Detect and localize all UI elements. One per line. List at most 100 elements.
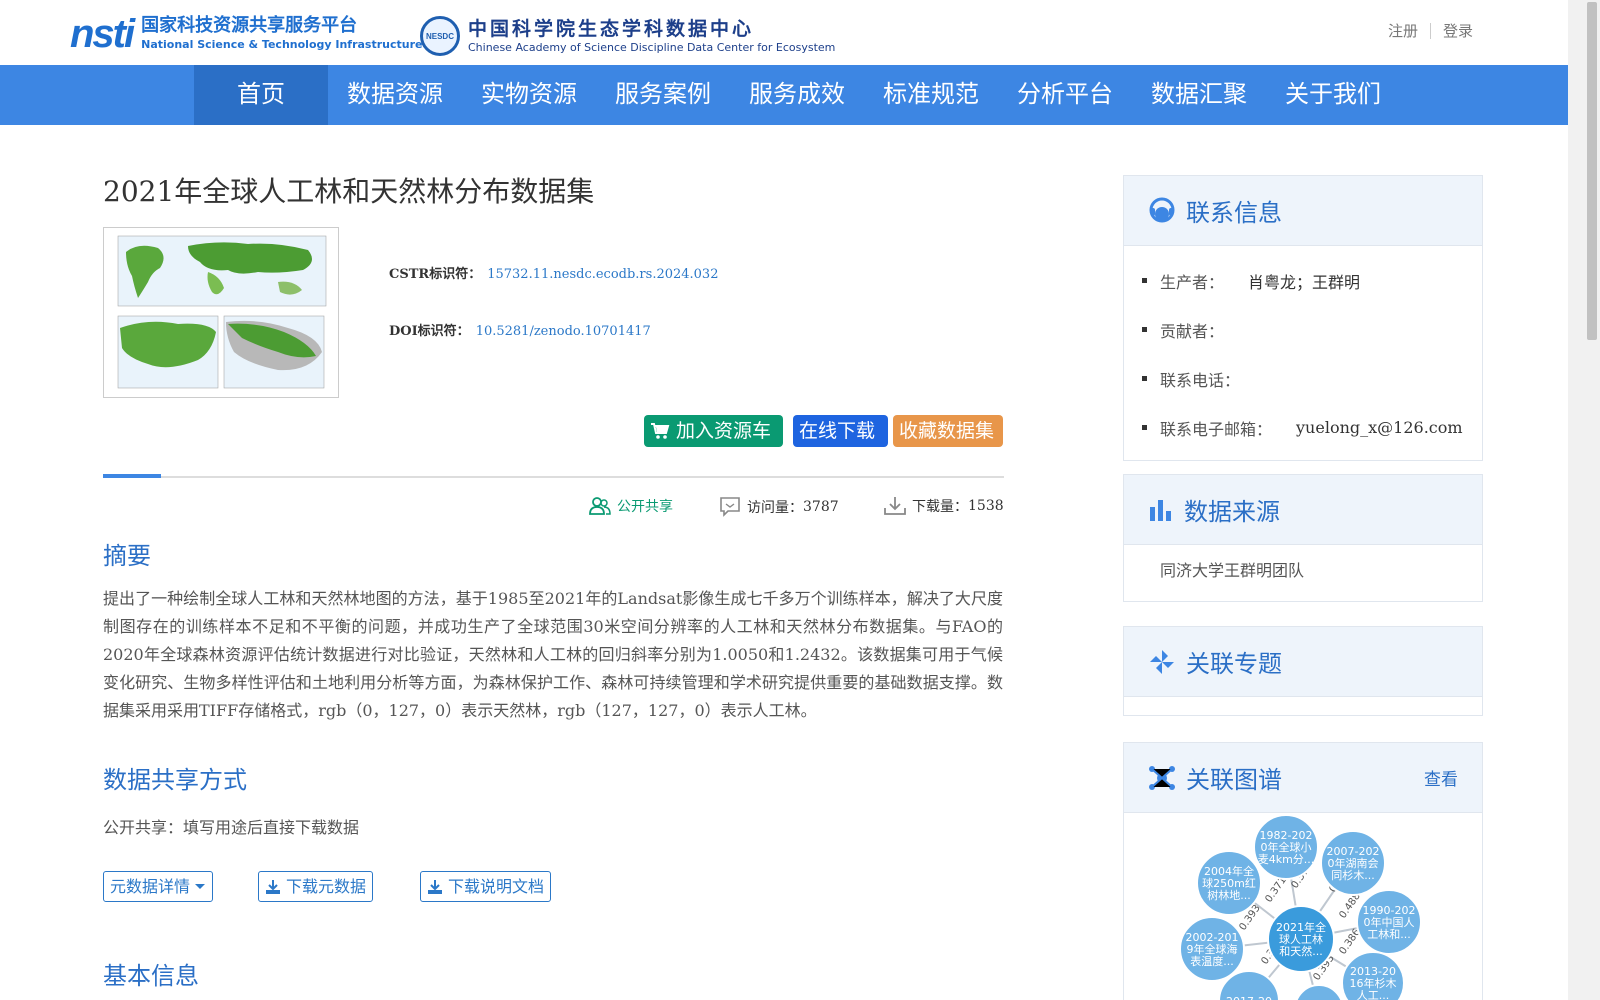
graph-node-label: 球人工林	[1279, 932, 1323, 946]
nav-item-physical-resources[interactable]: 实物资源	[462, 65, 596, 125]
pinwheel-icon	[1150, 649, 1174, 674]
contact-producer-label: 生产者：	[1160, 272, 1225, 292]
cstr-link[interactable]: 15732.11.nesdc.ecodb.rs.2024.032	[487, 267, 718, 282]
online-download-label: 在线下载	[799, 420, 876, 442]
graph-node-label: 16年杉木	[1350, 976, 1397, 990]
data-source-panel-title: 数据来源	[1184, 498, 1280, 526]
graph-node-label: 麦4km分...	[1258, 853, 1315, 866]
page-scrollbar-thumb[interactable]	[1587, 2, 1597, 340]
download-count-stat: 下载量： 1538	[884, 496, 1004, 516]
download-metadata-button[interactable]: 下载元数据	[258, 871, 374, 902]
download-tray-icon	[428, 879, 442, 894]
graph-node-label: 人工...	[1357, 989, 1390, 1000]
abstract-text: 提出了一种绘制全球人工林和天然林地图的方法，基于1985至2021年的Lands…	[103, 589, 1003, 720]
world-forest-map-thumbnail	[108, 232, 334, 393]
contact-panel-header: 联系信息	[1124, 176, 1482, 246]
cart-icon	[651, 423, 670, 439]
graph-node-label: 树林地...	[1207, 888, 1251, 902]
graph-node-label: 2004年全	[1204, 864, 1254, 878]
graph-node-label: 0年湖南会	[1328, 856, 1379, 870]
nsti-logo-cn: 国家科技资源共享服务平台	[141, 15, 358, 36]
graph-node-label: 同杉木...	[1331, 868, 1375, 882]
nsti-logo-mark: nsti	[70, 12, 135, 56]
users-icon	[589, 497, 611, 515]
auth-links: 注册 登录	[1388, 20, 1473, 41]
login-link[interactable]: 登录	[1443, 20, 1473, 41]
comment-icon	[720, 497, 740, 517]
graph-node-label: 工林和...	[1367, 927, 1411, 941]
favorite-dataset-button[interactable]: 收藏数据集	[893, 415, 1003, 447]
related-graph-panel: 关联图谱 查看 0.3790.4220.3710.4880.3930.3860.…	[1123, 742, 1483, 1000]
metadata-detail-dropdown[interactable]: 元数据详情	[103, 871, 214, 902]
download-value: 1538	[968, 498, 1004, 514]
graph-node-label: 2021年全	[1276, 920, 1326, 934]
dataset-title: 2021年全球人工林和天然林分布数据集	[103, 175, 595, 208]
related-topics-panel-title: 关联专题	[1186, 650, 1282, 678]
contact-panel-title: 联系信息	[1186, 199, 1282, 227]
contact-email: 联系电子邮箱： yuelong_x@126.com	[1142, 403, 1482, 452]
share-mode-stat: 公开共享	[589, 496, 673, 516]
nesdc-logo-cn: 中国科学院生态学科数据中心	[468, 18, 755, 40]
graph-node[interactable]	[1295, 984, 1343, 1000]
nav-item-data-aggregation[interactable]: 数据汇聚	[1132, 65, 1266, 125]
related-graph-canvas[interactable]: 0.3790.4220.3710.4880.3930.3860.3900.393…	[1124, 813, 1482, 1000]
graph-node-label: 表温度...	[1190, 954, 1234, 968]
share-heading: 数据共享方式	[103, 766, 247, 794]
download-doc-button[interactable]: 下载说明文档	[420, 871, 552, 902]
nav-item-analysis-platform[interactable]: 分析平台	[998, 65, 1132, 125]
data-source-panel: 数据来源 同济大学王群明团队	[1123, 474, 1483, 602]
visit-value: 3787	[803, 499, 839, 515]
bar-chart-icon	[1150, 499, 1171, 521]
contact-phone-label: 联系电话：	[1160, 370, 1241, 390]
nav-item-standards[interactable]: 标准规范	[864, 65, 998, 125]
contact-email-value[interactable]: yuelong_x@126.com	[1296, 418, 1463, 437]
doi-link[interactable]: 10.5281/zenodo.10701417	[476, 324, 651, 339]
download-icon	[884, 497, 906, 515]
nav-item-data-resources[interactable]: 数据资源	[328, 65, 462, 125]
view-graph-link[interactable]: 查看	[1424, 765, 1458, 790]
nav-item-service-cases[interactable]: 服务案例	[596, 65, 730, 125]
register-link[interactable]: 注册	[1388, 20, 1418, 41]
download-metadata-label: 下载元数据	[286, 877, 367, 896]
cstr-row: CSTR标识符： 15732.11.nesdc.ecodb.rs.2024.032	[389, 263, 718, 282]
nsti-logo-en: National Science & Technology Infrastruc…	[141, 38, 423, 51]
download-tray-icon	[266, 879, 280, 894]
graph-node-label: 9年全球海	[1187, 942, 1238, 956]
caret-down-icon	[195, 883, 206, 889]
related-graph-panel-header: 关联图谱 查看	[1124, 743, 1482, 813]
visit-count-stat: 访问量： 3787	[719, 496, 839, 518]
dataset-thumbnail[interactable]	[103, 227, 339, 398]
data-source-text: 同济大学王群明团队	[1160, 561, 1305, 580]
nesdc-logo-mark: NESDC	[420, 16, 460, 56]
nav-item-home[interactable]: 首页	[194, 65, 328, 125]
doi-row: DOI标识符： 10.5281/zenodo.10701417	[389, 320, 651, 339]
related-topics-body	[1124, 697, 1482, 715]
nav-item-about-us[interactable]: 关于我们	[1266, 65, 1400, 125]
doi-label: DOI标识符：	[389, 324, 470, 339]
basic-info-heading: 基本信息	[103, 962, 199, 990]
contact-email-label: 联系电子邮箱：	[1160, 419, 1273, 439]
add-to-cart-button[interactable]: 加入资源车	[644, 415, 783, 447]
nesdc-logo[interactable]: NESDC 中国科学院生态学科数据中心 Chinese Academy of S…	[420, 16, 835, 56]
tab-underline	[103, 474, 1004, 478]
cstr-label: CSTR标识符：	[389, 267, 482, 282]
download-doc-label: 下载说明文档	[448, 877, 545, 896]
download-label: 下载量：	[912, 499, 968, 515]
main-nav: 首页 数据资源 实物资源 服务案例 服务成效 标准规范 分析平台 数据汇聚 关于…	[0, 65, 1568, 125]
nav-item-service-results[interactable]: 服务成效	[730, 65, 864, 125]
contact-contributor: 贡献者：	[1142, 305, 1482, 354]
share-text: 公开共享：填写用途后直接下载数据	[103, 818, 360, 837]
graph-node-label: 0年中国人	[1364, 915, 1415, 929]
contact-producer-value: 肖粤龙；王群明	[1248, 272, 1361, 292]
graph-node-label: 0年全球小	[1261, 840, 1312, 854]
graph-node-label: 2017-20	[1226, 995, 1272, 1000]
contact-phone: 联系电话：	[1142, 354, 1482, 403]
graph-node-label: 球250m红	[1202, 876, 1256, 890]
nsti-logo[interactable]: nsti 国家科技资源共享服务平台 National Science & Tec…	[70, 14, 423, 54]
online-download-button[interactable]: 在线下载	[793, 415, 888, 447]
nesdc-logo-en: Chinese Academy of Science Discipline Da…	[468, 41, 836, 54]
abstract-heading: 摘要	[103, 542, 151, 570]
add-to-cart-label: 加入资源车	[676, 420, 772, 442]
site-header: nsti 国家科技资源共享服务平台 National Science & Tec…	[0, 0, 1568, 64]
data-source-panel-header: 数据来源	[1124, 475, 1482, 545]
